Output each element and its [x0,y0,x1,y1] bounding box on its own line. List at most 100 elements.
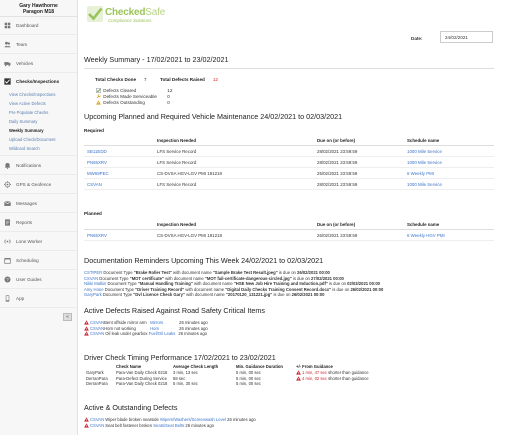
vehicle-link[interactable]: CSVAN [90,331,104,336]
defect-area-link[interactable]: Seats/Seat Belts [153,423,184,428]
envelope-icon [4,200,11,207]
defect-text: Oil leak under gearbox [104,331,149,336]
doc-date: 26/02/2021 00:00 [297,270,330,275]
submenu-view-checks[interactable]: View Checks/Inspections [0,90,77,99]
sidebar-item-notifications[interactable]: Notifications [0,156,77,175]
defect-area-link[interactable]: Fuel/Oil Leaks [149,331,176,336]
required-maintenance-table: Inspection Needed Due on (or before) Sch… [84,136,494,190]
doc-text: is due on [327,281,348,286]
sidebar-item-dashboard[interactable]: Dashboard [0,17,77,35]
list-item: CSVAN Oil leak under gearbox Fuel/Oil Le… [84,331,208,337]
sidebar: Gary Hawthorne Paragon M18 Dashboard Tea… [0,0,78,435]
doc-text: Document Type [106,281,138,286]
wrench-icon [96,94,101,99]
sidebar-item-team[interactable]: Team [0,35,77,54]
sidebar-item-checks[interactable]: Checks/Inspections [0,73,77,90]
cleared-check-icon [96,88,101,93]
sidebar-item-scheduling[interactable]: Scheduling [0,251,77,270]
doc-name: "MOT fail-certificate-dangerous-circled.… [204,275,292,281]
vehicle-link[interactable]: PN65XRV [84,229,154,241]
doc-type: "Manual Handling Training" [137,281,193,286]
vehicle-link[interactable]: MW69PEC [84,167,154,179]
doc-owner-link[interactable]: Amy Hone [84,287,104,292]
vehicle-link[interactable]: CSVAN [90,423,104,428]
inspection-cell: LFS Service Record [154,145,314,157]
doc-text: with document name [192,281,234,286]
doc-owner-link[interactable]: CSTIPER [84,270,102,275]
diff-value: 4 min, 02 sec [302,375,327,381]
logo-tagline: Compliance Solutions [108,18,152,23]
sidebar-item-messages[interactable]: Messages [0,194,77,213]
sidebar-item-label: Reports [16,219,33,225]
schedule-link[interactable]: 1000 Mile Service [404,145,494,157]
doc-date: 27/02/2021 00:00 [311,275,344,281]
team-icon [4,41,11,48]
logo-accent: Safe [145,7,166,18]
col-avg-length: Average Check Length [173,364,219,369]
sidebar-item-label: Vehicles [16,60,34,66]
total-defects-value: 12 [212,77,218,82]
vehicle-link[interactable]: CSVAN [84,178,154,190]
inspection-cell: CS-DVSA HGV-LGV PMI 191218 [154,229,314,241]
doc-date: 26/02/2021 00:00 [350,286,384,292]
vehicle-link[interactable]: CSVAN [90,417,104,422]
doc-date: 26/02/2021 00:00 [291,292,325,297]
defect-area-link[interactable]: Wipers/Washers/Screenwash Level [160,417,226,422]
submenu-weekly-summary[interactable]: Weekly Summary [0,126,77,135]
submenu-daily-summary[interactable]: Daily Summary [0,117,77,126]
warning-icon [84,417,89,422]
doc-owner-link[interactable]: GaryPark [84,292,102,297]
sidebar-item-gps[interactable]: GPS & Geofence [0,175,77,194]
doc-owner-link[interactable]: CSVAN [84,276,98,281]
logo-check-icon [87,6,103,22]
outstanding-title: Active & Outstanding Defects [84,403,178,412]
schedule-link[interactable]: 1000 Mile Service [404,178,494,190]
defects-cleared-label: Defects Cleared [103,88,137,93]
warning-icon [296,376,301,381]
doc-text: is due on [331,286,351,292]
sidebar-item-lone-worker[interactable]: Lone Worker [0,232,77,251]
col-min-guidance: Min. Guidance Duration [236,364,283,369]
doc-text: is due on [291,275,312,281]
total-defects-label: Total Defects Raised [160,77,205,82]
sidebar-item-app[interactable]: App [0,289,77,308]
timing-title: Driver Check Timing Performance 17/02/20… [84,353,276,362]
date-input[interactable]: 24/02/2021 [440,31,493,43]
submenu-wildcard-search[interactable]: Wildcard Search [0,144,77,153]
submenu-pre-populate-checks[interactable]: Pre Populate Checks [0,108,77,117]
checks-submenu: View Checks/Inspections View Active Defe… [0,90,77,156]
sidebar-item-label: Team [16,41,28,47]
vehicle-link[interactable]: CSVAN [90,320,104,325]
diff-value: 1 min, 47 sec [302,370,327,376]
collapse-sidebar-button[interactable]: « [63,313,72,321]
schedule-link[interactable]: 6 Weekly HGV PMI [404,229,494,241]
doc-text: Document Type [101,292,134,297]
vehicle-link[interactable]: SB11EDD [84,145,154,157]
sidebar-item-vehicles[interactable]: Vehicles [0,54,77,73]
doc-owner-link[interactable]: Nikki Malkin [84,281,106,286]
time-ago: 26 minutes ago [225,417,256,422]
sidebar-item-user-guides[interactable]: ? User Guides [0,270,77,289]
table-header-row: Check Name Average Check Length Min. Gui… [85,363,370,370]
submenu-view-active-defects[interactable]: View Active Defects [0,99,77,108]
date-label: Date: [411,36,423,41]
doc-text: with document name [184,286,226,292]
vehicle-link[interactable]: PN65XRV [84,156,154,168]
sidebar-item-reports[interactable]: Reports [0,213,77,232]
submenu-upload-check[interactable]: Upload Check/Document [0,135,77,144]
vehicle-link[interactable]: CSVAN [90,326,104,331]
col-due: Due on (or before) [314,220,404,230]
min-cell: 5 min, 00 sec [236,381,261,387]
sidebar-item-label: Lone Worker [16,238,43,244]
table-row: DerranPara Para-Van Daily Check 0218 5 m… [85,381,370,387]
checkbox-icon [4,78,11,85]
schedule-link[interactable]: 1000 Mile Service [404,156,494,168]
doc-text: Document Type [98,275,130,281]
col-driver [85,363,115,370]
check-cell: Para-Van Daily Check 0218 [116,381,168,387]
divider [84,68,494,69]
warning-icon [84,320,89,325]
col-inspection: Inspection Needed [154,136,314,146]
schedule-link[interactable]: 6 Weekly PMI [404,167,494,179]
diff-cell [295,381,370,387]
